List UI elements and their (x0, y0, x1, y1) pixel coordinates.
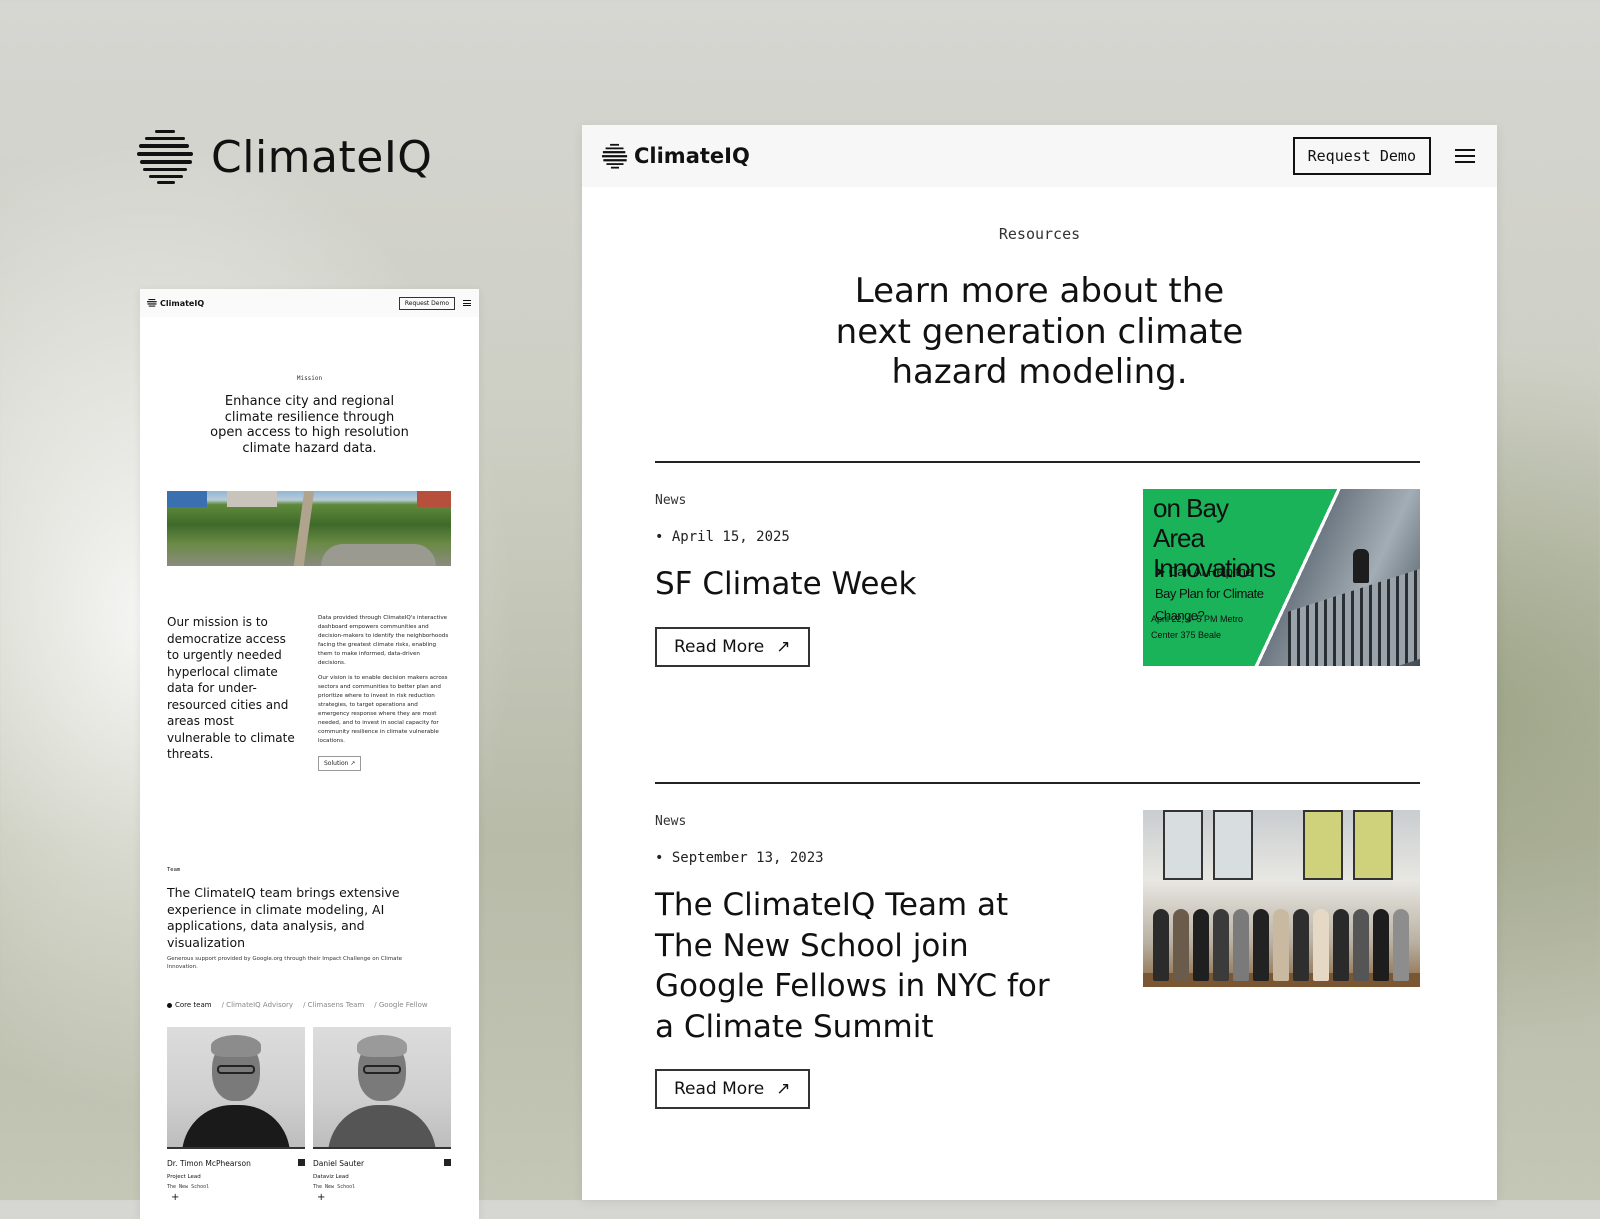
news-title[interactable]: SF Climate Week (655, 564, 1075, 605)
news-card: News • April 15, 2025 SF Climate Week Re… (655, 461, 1420, 763)
request-demo-button[interactable]: Request Demo (1292, 137, 1431, 175)
tab-climasens-team[interactable]: / Climasens Team (303, 1001, 364, 1009)
team-grid: Dr. Timon McPhearson Project Lead The Ne… (167, 1027, 479, 1203)
resources-eyebrow: Resources (998, 225, 1081, 243)
menu-icon[interactable] (1455, 145, 1475, 167)
plus-icon[interactable]: + (171, 1192, 305, 1203)
desktop-navbar: ClimateIQ Request Demo (582, 125, 1497, 187)
team-headline: The ClimateIQ team brings extensive expe… (167, 885, 400, 950)
solution-label: Solution (324, 760, 349, 767)
read-more-label: Read More (674, 636, 765, 657)
team-member-photo (167, 1027, 305, 1149)
arrow-up-right-icon: ↗ (350, 760, 356, 767)
tab-google-fellow[interactable]: / Google Fellow (374, 1001, 427, 1009)
team-eyebrow: Team (167, 867, 181, 873)
desktop-brand[interactable]: ClimateIQ (634, 144, 750, 168)
read-more-label: Read More (674, 1079, 765, 1099)
resources-headline: Learn more about the next generation cli… (835, 271, 1244, 392)
mobile-request-demo-button[interactable]: Request Demo (398, 296, 455, 310)
linkedin-icon[interactable] (298, 1159, 305, 1166)
brand-lockup: ClimateIQ (137, 128, 432, 186)
team-member-photo (313, 1027, 451, 1149)
team-member-card[interactable]: Dr. Timon McPhearson Project Lead The Ne… (167, 1027, 305, 1203)
hero-image (167, 491, 451, 566)
plus-icon[interactable]: + (317, 1192, 451, 1203)
news-image-meta: April 22, 4–5 PM Metro Center 375 Beale (1151, 614, 1244, 640)
team-member-org: The New School (313, 1184, 356, 1190)
read-more-button[interactable]: Read More ↗ (655, 626, 810, 667)
mobile-brand[interactable]: ClimateIQ (160, 299, 204, 308)
team-member-role: Project Lead (167, 1174, 201, 1180)
news-image[interactable] (1143, 810, 1420, 987)
mission-paragraph-2: Our vision is to enable decision makers … (318, 675, 448, 744)
climateiq-logo-icon[interactable] (147, 298, 157, 308)
solution-button[interactable]: Solution ↗ (318, 756, 362, 771)
read-more-button[interactable]: Read More ↗ (655, 1069, 810, 1109)
news-card: News • September 13, 2023 The ClimateIQ … (655, 782, 1420, 1200)
team-tabs: Core team / ClimateIQ Advisory / Climase… (167, 1001, 479, 1009)
team-member-org: The New School (167, 1184, 210, 1190)
mobile-preview: ClimateIQ Request Demo Mission Enhance c… (140, 289, 479, 1219)
brand-wordmark: ClimateIQ (211, 131, 433, 183)
menu-icon[interactable] (463, 299, 471, 308)
team-member-name: Dr. Timon McPhearson (167, 1159, 251, 1168)
mission-headline: Enhance city and regional climate resili… (210, 394, 409, 456)
mission-text: Our mission is to democratize access to … (167, 615, 295, 761)
linkedin-icon[interactable] (444, 1159, 451, 1166)
tab-core-team[interactable]: Core team (167, 1001, 212, 1009)
mission-paragraph-1: Data provided through ClimateIQ's intera… (318, 615, 449, 666)
team-member-card[interactable]: Daniel Sauter Dataviz Lead The New Schoo… (313, 1027, 451, 1203)
climateiq-logo-icon[interactable] (602, 143, 628, 169)
climateiq-logo-icon (137, 130, 193, 184)
mission-eyebrow: Mission (296, 375, 323, 382)
mission-details: Data provided through ClimateIQ's intera… (318, 614, 449, 771)
active-dot-icon (167, 1002, 172, 1008)
mobile-navbar: ClimateIQ Request Demo (140, 289, 479, 317)
team-member-role: Dataviz Lead (313, 1174, 349, 1180)
news-title[interactable]: The ClimateIQ Team at The New School joi… (655, 885, 1075, 1047)
desktop-preview: ClimateIQ Request Demo Resources Learn m… (582, 125, 1497, 1200)
team-support-note: Generous support provided by Google.org … (167, 956, 402, 970)
news-image[interactable]: on Bay Area Innovations ➤ Can AI Help th… (1143, 489, 1420, 666)
tab-climateiq-advisory[interactable]: / ClimateIQ Advisory (222, 1001, 293, 1009)
arrow-up-right-icon: ↗ (776, 1079, 791, 1099)
team-member-name: Daniel Sauter (313, 1159, 365, 1168)
arrow-up-right-icon: ↗ (776, 636, 791, 657)
